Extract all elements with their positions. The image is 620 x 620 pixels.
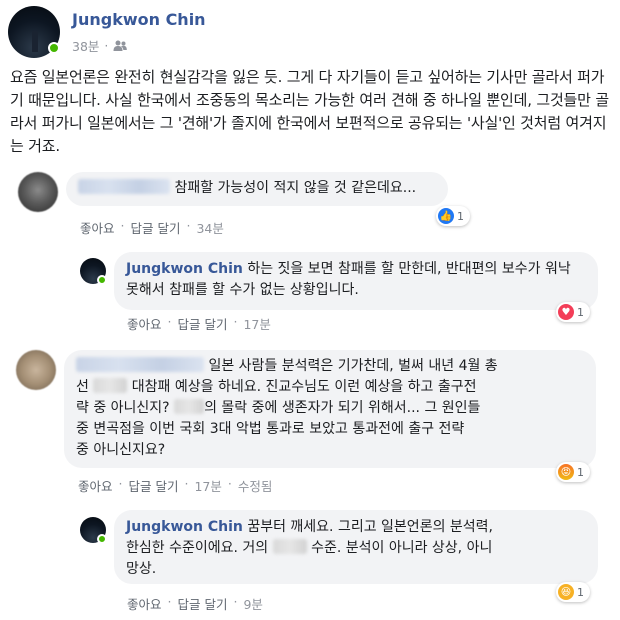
reply-bubble: Jungkwon Chin 꿈부터 깨세요. 그리고 일본언론의 분석력, 한심… [114, 510, 598, 584]
haha-icon: 😆 [558, 584, 574, 600]
reply-link[interactable]: 답글 달기 [131, 218, 181, 237]
reply-link[interactable]: 답글 달기 [178, 594, 228, 613]
reaction-count: 1 [577, 585, 584, 599]
like-icon: 👍 [438, 208, 454, 224]
comment-bubble: 참패할 가능성이 적지 않을 것 같은데요... [66, 172, 448, 206]
reply-link[interactable]: 답글 달기 [129, 476, 179, 495]
reply-reaction[interactable]: 😆 1 [556, 582, 590, 602]
comment-text-line: 선 [76, 379, 89, 395]
redacted-word [93, 378, 128, 393]
reaction-count: 1 [457, 209, 464, 223]
love-icon: ♥ [558, 304, 574, 320]
comment-actions: 좋아요 · 답글 달기 · 17분 · 수정됨 [78, 476, 273, 495]
reply-text-line: 망상. [126, 561, 157, 577]
reply-author-name[interactable]: Jungkwon Chin [126, 519, 243, 535]
commenter-name-blurred[interactable] [78, 179, 170, 194]
reply-actions: 좋아요 · 답글 달기 · 9분 [127, 594, 263, 613]
online-status-dot [48, 42, 60, 54]
angry-icon: 😡 [558, 464, 574, 480]
comment-text-line: 대참패 예상을 하네요. 진교수님도 이런 예상을 하고 출구전 [131, 379, 477, 395]
commenter-avatar[interactable] [16, 350, 56, 390]
commenter-name-blurred[interactable] [76, 357, 204, 372]
comment-reaction[interactable]: 😡 1 [556, 462, 590, 482]
post-meta: 38분 · [72, 36, 128, 55]
reply-text-line: 한심한 수준이에요. 거의 [126, 540, 269, 556]
post-body-text: 요즘 일본언론은 완전히 현실감각을 잃은 듯. 그게 다 자기들이 듣고 싶어… [10, 68, 609, 155]
online-status-dot [97, 275, 107, 285]
reply-author-name[interactable]: Jungkwon Chin [126, 261, 243, 277]
reply-text-line: 꿈부터 깨세요. 그리고 일본언론의 분석력, [247, 519, 493, 535]
comment-text-line: 일본 사람들 분석력은 기가찬데, 벌써 내년 4월 총 [208, 358, 498, 374]
reply-link[interactable]: 답글 달기 [178, 314, 228, 333]
edited-label[interactable]: 수정됨 [238, 476, 273, 495]
commenter-avatar[interactable] [18, 172, 58, 212]
reaction-count: 1 [577, 465, 584, 479]
online-status-dot [97, 534, 107, 544]
like-link[interactable]: 좋아요 [78, 476, 113, 495]
comment-text-line: 중 변곡점을 이번 국회 3대 악법 통과로 보았고 통과전에 출구 전략 [76, 421, 465, 437]
comment-actions: 좋아요 · 답글 달기 · 34분 [80, 218, 224, 237]
comment-text-line: 의 몰락 중에 생존자가 되기 위해서... 그 원인들 [204, 400, 481, 416]
like-link[interactable]: 좋아요 [80, 218, 115, 237]
reply-actions: 좋아요 · 답글 달기 · 17분 [127, 314, 271, 333]
like-link[interactable]: 좋아요 [127, 314, 162, 333]
reaction-count: 1 [577, 305, 584, 319]
reply-text-line: 수준. 분석이 아니라 상상, 아니 [311, 540, 493, 556]
reply-reaction[interactable]: ♥ 1 [556, 302, 590, 322]
reply-time[interactable]: 9분 [243, 594, 262, 613]
comment-text-line: 중 아니신지요? [76, 442, 166, 458]
reply-time[interactable]: 17분 [243, 314, 270, 333]
comment-bubble: 일본 사람들 분석력은 기가찬데, 벌써 내년 4월 총 선 대참패 예상을 하… [64, 350, 596, 468]
post-author-name[interactable]: Jungkwon Chin [72, 10, 206, 29]
comment-time[interactable]: 17분 [194, 476, 221, 495]
like-link[interactable]: 좋아요 [127, 594, 162, 613]
comment-text: 참패할 가능성이 적지 않을 것 같은데요... [174, 180, 417, 196]
friends-icon[interactable] [113, 40, 128, 52]
post-time[interactable]: 38분 [72, 36, 99, 55]
reply-bubble: Jungkwon Chin 하는 짓을 보면 참패를 할 만한데, 반대편의 보… [114, 252, 598, 310]
comment-reaction[interactable]: 👍 1 [436, 206, 470, 226]
comment-text-line: 략 중 아니신지? [76, 400, 170, 416]
comment-time[interactable]: 34분 [196, 218, 223, 237]
redacted-word [272, 539, 307, 554]
redacted-word [174, 399, 205, 414]
